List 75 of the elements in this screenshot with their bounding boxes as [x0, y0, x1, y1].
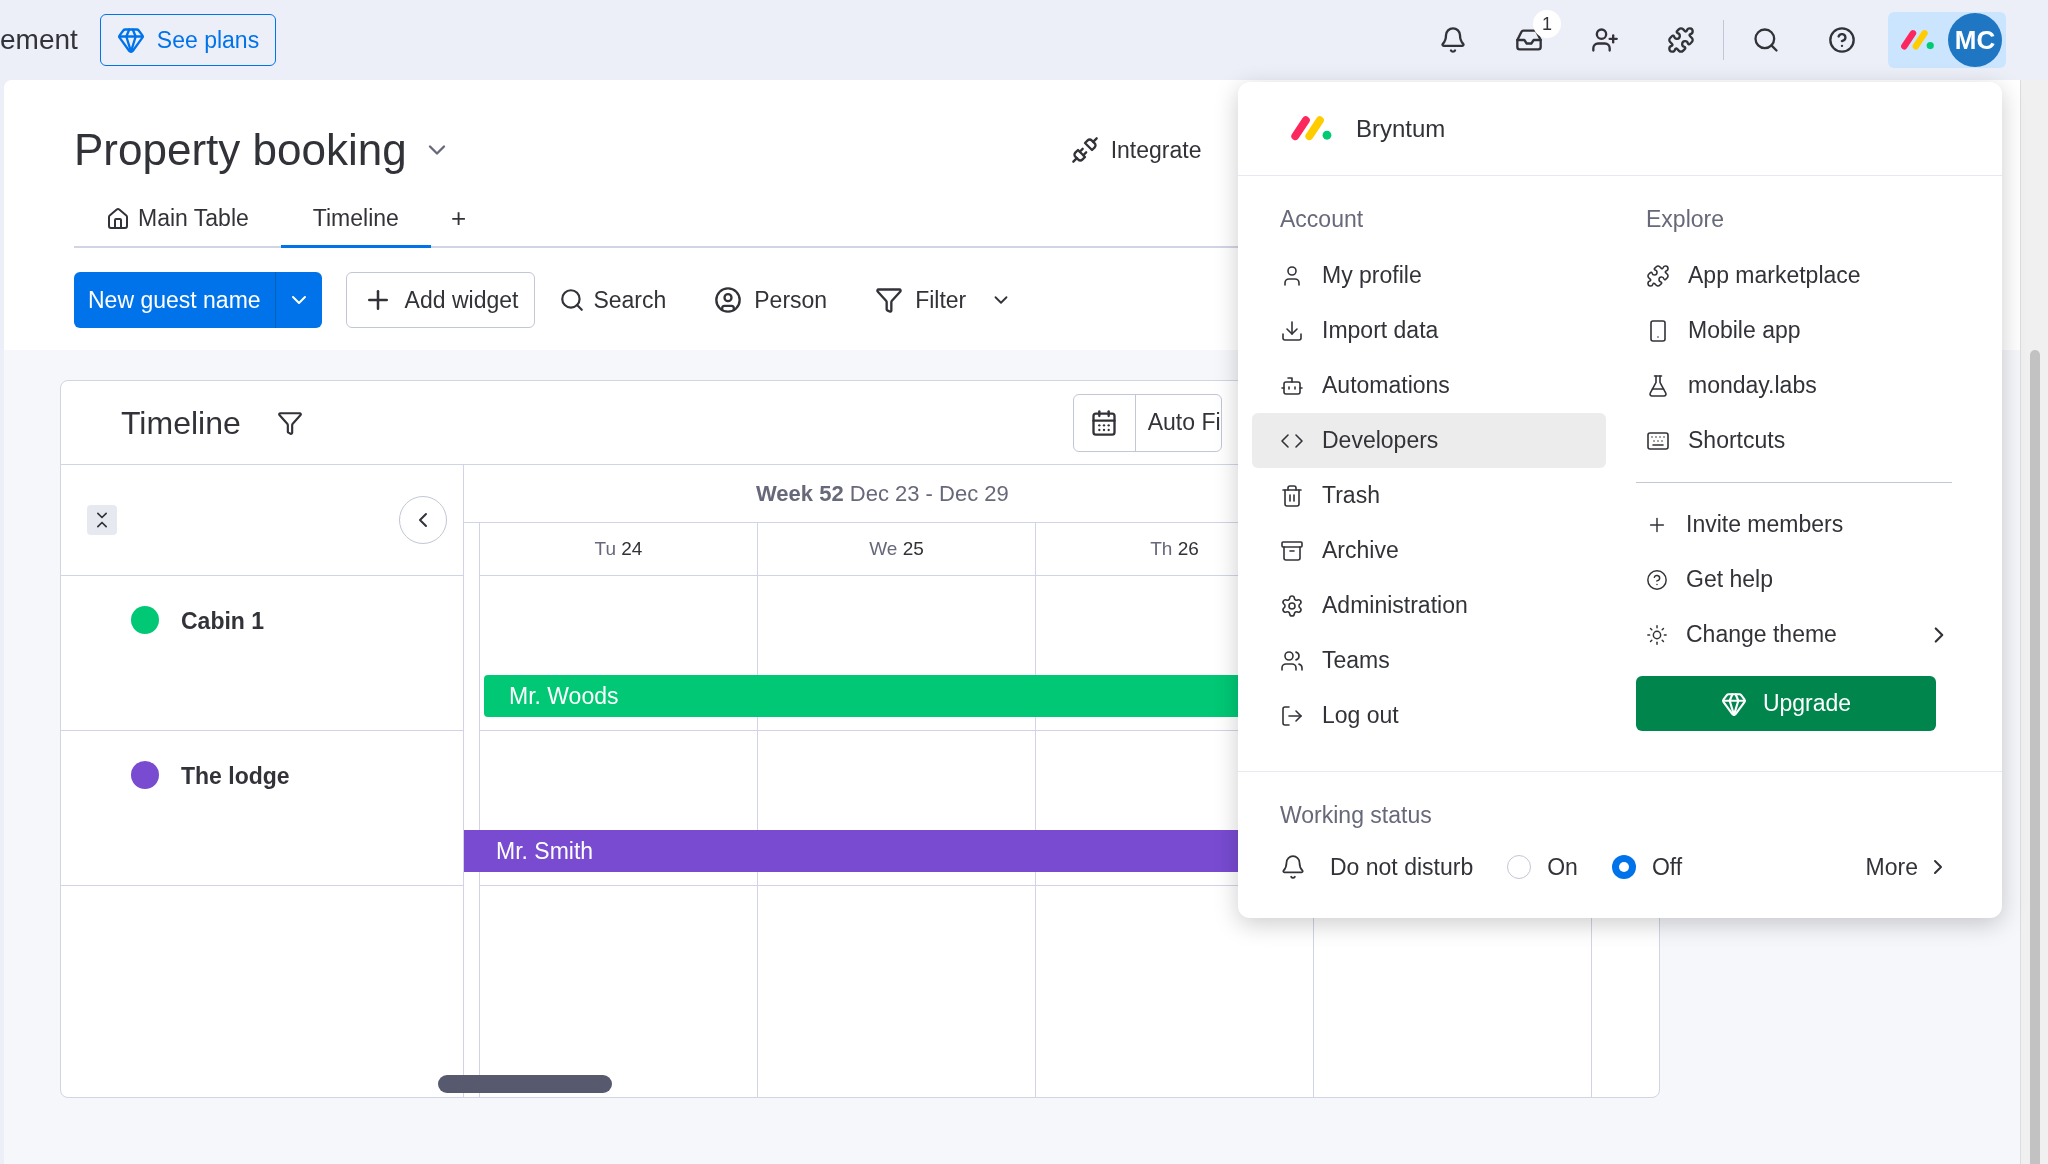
week-label: Week 52 Dec 23 - Dec 29	[756, 480, 1009, 508]
upgrade-button[interactable]: Upgrade	[1636, 676, 1936, 731]
menu-item[interactable]: App marketplace	[1636, 248, 1954, 303]
timeline-title: Timeline	[121, 403, 241, 443]
board-title: Property booking	[74, 124, 407, 176]
filter-icon	[276, 409, 303, 436]
radio-option[interactable]: Off	[1611, 849, 1683, 885]
search-icon	[559, 287, 586, 313]
group-name: The lodge	[181, 762, 290, 791]
collapse-button[interactable]	[87, 505, 117, 535]
bell-icon	[1280, 854, 1306, 880]
help-icon	[1828, 26, 1856, 54]
home-icon	[106, 206, 130, 231]
add-widget-button[interactable]: Add widget	[345, 272, 536, 328]
new-item-button[interactable]: New guest name	[74, 272, 322, 328]
more-button[interactable]: More	[1865, 849, 1950, 885]
inbox-button[interactable]: 1	[1491, 10, 1567, 70]
download-icon	[1280, 318, 1304, 343]
menu-item[interactable]: Developers	[1252, 413, 1606, 468]
section-heading: Account	[1279, 205, 1365, 234]
plug-icon	[1070, 136, 1099, 164]
bell-icon	[1439, 26, 1467, 54]
diamond-icon	[1720, 690, 1747, 717]
settings-icon	[1280, 593, 1304, 618]
notification-badge: 1	[1533, 10, 1561, 38]
puzzle-icon	[1646, 263, 1670, 288]
menu-item[interactable]: Trash	[1252, 468, 1606, 523]
add-view-button[interactable]: +	[430, 190, 487, 246]
section-heading: Working status	[1280, 801, 1433, 830]
trash-icon	[1280, 483, 1304, 508]
menu-item[interactable]: Shortcuts	[1636, 413, 1954, 468]
calendar-icon	[1090, 408, 1119, 437]
menu-item[interactable]: My profile	[1252, 248, 1606, 303]
filter-icon	[875, 286, 904, 314]
group-name: Cabin 1	[181, 607, 265, 636]
user-plus-icon	[1591, 26, 1619, 54]
logo-icon	[1900, 29, 1936, 51]
board-title-fragment: ement	[0, 23, 78, 57]
radio-button[interactable]	[1611, 855, 1636, 879]
day-label: Th 26	[1150, 536, 1199, 561]
search-button[interactable]: Search	[559, 272, 667, 328]
menu-item[interactable]: Archive	[1252, 523, 1606, 578]
view-tab[interactable]: Timeline	[280, 192, 431, 248]
people-icon	[1280, 648, 1304, 673]
sun-icon	[1646, 623, 1668, 646]
menu-item[interactable]: monday.labs	[1636, 358, 1954, 413]
flask-icon	[1646, 373, 1670, 398]
menu-item[interactable]: Change theme	[1636, 607, 1954, 662]
search-icon	[1752, 26, 1780, 54]
person-icon	[714, 286, 743, 314]
logo-icon	[1290, 115, 1334, 142]
day-label: We 25	[869, 536, 924, 561]
help-icon	[1646, 568, 1668, 591]
menu-item[interactable]: Get help	[1636, 552, 1954, 607]
horizontal-scrollbar[interactable]	[438, 1075, 612, 1093]
account-name: Bryntum	[1356, 113, 1446, 144]
menu-item[interactable]: Administration	[1252, 578, 1606, 633]
menu-item[interactable]: Invite members	[1636, 497, 1954, 552]
avatar: MC	[1948, 13, 2002, 67]
menu-item[interactable]: Import data	[1252, 303, 1606, 358]
view-tab[interactable]: Main Table	[74, 192, 281, 248]
person-filter-button[interactable]: Person	[714, 272, 828, 328]
integrate-button[interactable]: Integrate	[1070, 132, 1202, 168]
logout-icon	[1280, 703, 1304, 728]
diamond-icon	[116, 26, 145, 54]
puzzle-icon	[1667, 26, 1695, 54]
archive-icon	[1280, 538, 1304, 563]
menu-item[interactable]: Mobile app	[1636, 303, 1954, 358]
day-label: Tu 24	[594, 536, 643, 561]
filter-button[interactable]: Filter	[875, 272, 1013, 328]
account-button[interactable]: MC	[1888, 12, 2006, 68]
vertical-scrollbar[interactable]	[2020, 80, 2048, 1164]
section-heading: Explore	[1645, 205, 1725, 234]
see-plans-button[interactable]: See plans	[99, 14, 277, 66]
menu-item[interactable]: Automations	[1252, 358, 1606, 413]
